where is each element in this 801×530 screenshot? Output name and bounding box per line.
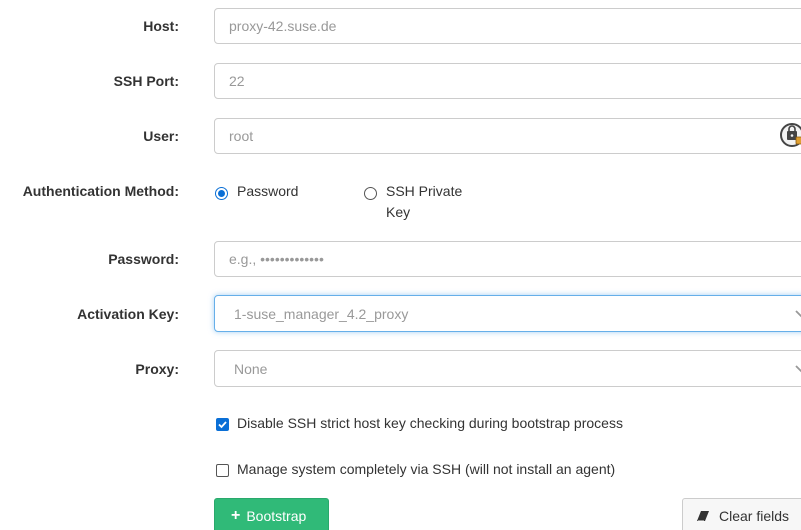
disable-strict-host-key-label[interactable]: Disable SSH strict host key checking dur…	[237, 413, 623, 433]
activation-key-select[interactable]: 1-suse_manager_4.2_proxy	[214, 295, 801, 332]
activation-key-value: 1-suse_manager_4.2_proxy	[234, 305, 409, 322]
auth-ssh-key-radio[interactable]	[364, 187, 377, 200]
proxy-label: Proxy:	[135, 361, 179, 377]
host-input[interactable]	[214, 8, 801, 44]
auth-method-label: Authentication Method:	[22, 183, 179, 199]
proxy-value: None	[234, 360, 268, 377]
manage-via-ssh-label[interactable]: Manage system completely via SSH (will n…	[237, 459, 615, 479]
checkmark-icon	[218, 421, 227, 429]
auth-ssh-key-label[interactable]: SSH Private Key	[386, 181, 462, 223]
chevron-down-icon	[795, 310, 801, 318]
auth-password-label[interactable]: Password	[237, 181, 298, 202]
host-label: Host:	[143, 18, 179, 34]
ssh-port-label: SSH Port:	[113, 73, 179, 89]
proxy-select[interactable]: None	[214, 350, 801, 387]
clear-fields-button[interactable]: Clear fields	[682, 498, 801, 530]
clear-fields-button-label: Clear fields	[719, 508, 790, 524]
auth-ssh-key-label-line1: SSH Private	[386, 183, 463, 199]
password-input[interactable]	[214, 241, 801, 277]
auth-ssh-key-label-line2: Key	[386, 204, 411, 220]
activation-key-label: Activation Key:	[77, 306, 179, 322]
manage-via-ssh-checkbox[interactable]	[216, 464, 229, 477]
bootstrap-form: Host: SSH Port: User: Authentication Met…	[0, 0, 801, 530]
bootstrap-button[interactable]: + Bootstrap	[214, 498, 329, 530]
keyboard-lock-icon[interactable]	[779, 122, 801, 148]
password-label: Password:	[108, 251, 179, 267]
bootstrap-button-label: Bootstrap	[246, 508, 307, 524]
chevron-down-icon	[795, 365, 801, 373]
ssh-port-input[interactable]	[214, 63, 801, 99]
user-input[interactable]	[214, 118, 801, 154]
auth-password-radio[interactable]	[215, 187, 228, 200]
eraser-icon	[697, 511, 709, 522]
user-label: User:	[143, 128, 179, 144]
plus-icon: +	[231, 507, 241, 524]
disable-strict-host-key-checkbox[interactable]	[216, 418, 229, 431]
